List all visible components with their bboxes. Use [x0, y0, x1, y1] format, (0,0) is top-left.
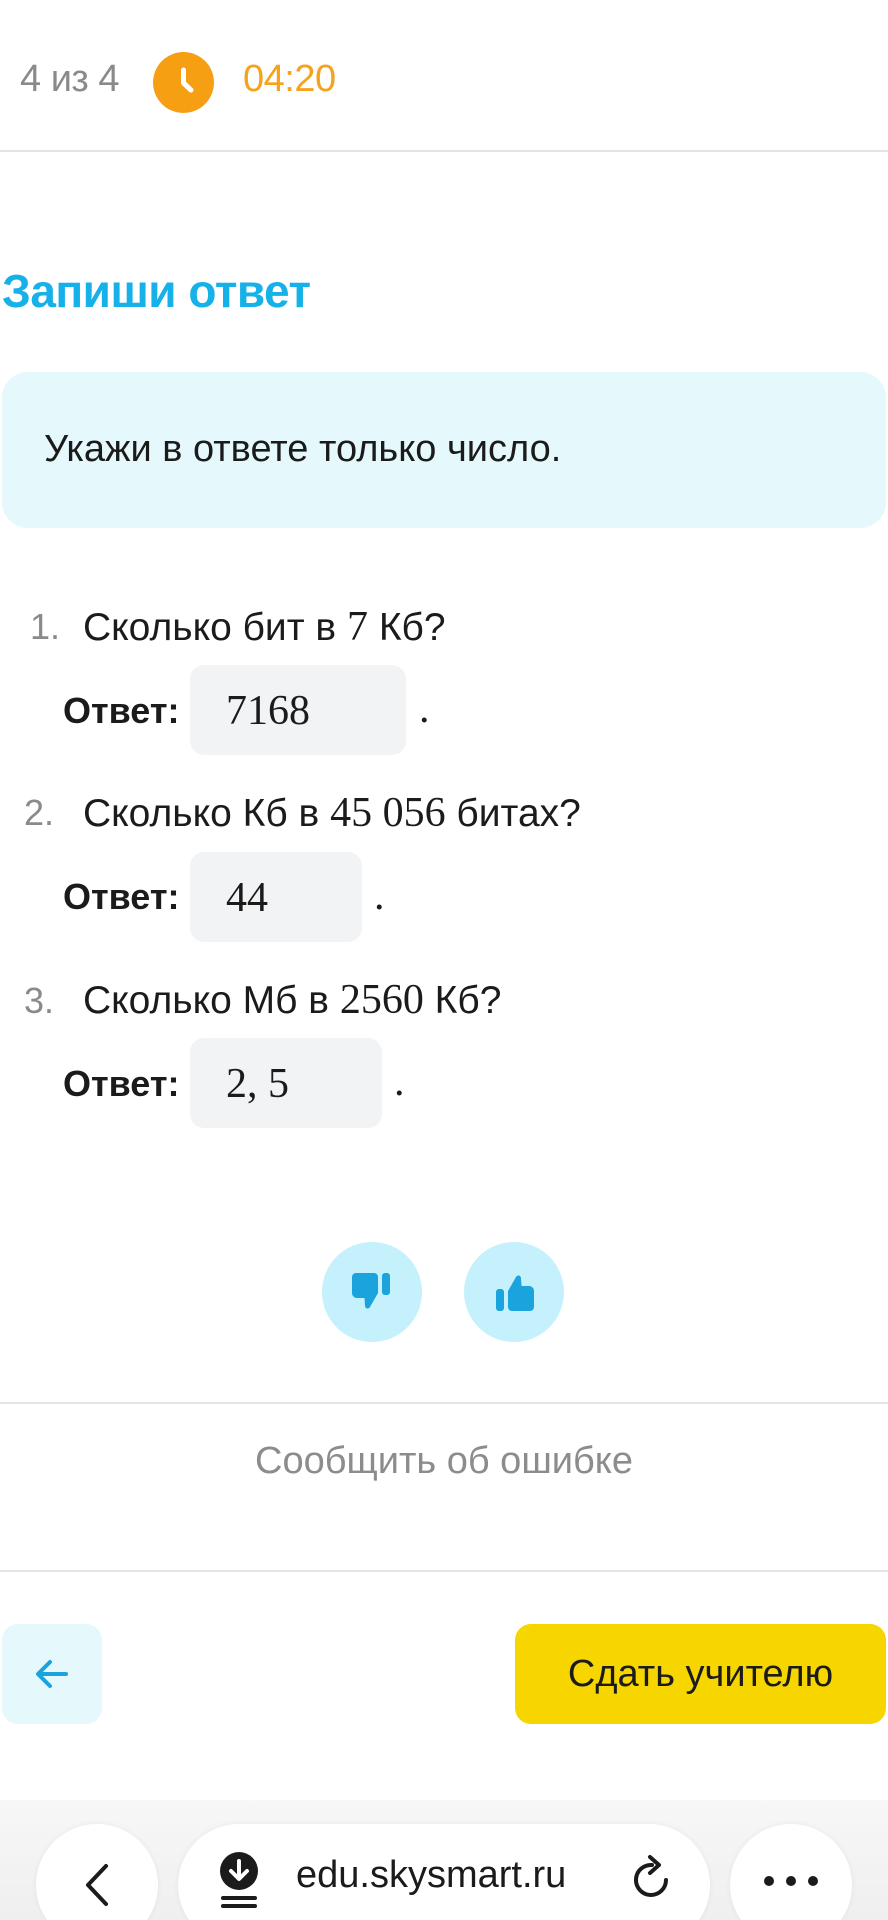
like-button[interactable]	[464, 1242, 564, 1342]
answer-input[interactable]: 2, 5	[190, 1038, 382, 1128]
answer-label: Ответ:	[63, 1063, 180, 1104]
more-icon	[764, 1876, 818, 1886]
thumbs-down-icon	[352, 1273, 390, 1309]
report-error-link[interactable]: Сообщить об ошибке	[0, 1440, 888, 1483]
answer-value: 7168	[226, 688, 310, 734]
question-number: 1.	[30, 606, 61, 647]
question-number: 3.	[24, 980, 55, 1021]
answer-suffix: .	[394, 1059, 405, 1105]
download-icon	[220, 1852, 258, 1908]
submit-to-teacher-button[interactable]: Сдать учителю	[515, 1624, 886, 1724]
url-text: edu.skysmart.ru	[296, 1854, 567, 1896]
browser-menu-button[interactable]	[730, 1824, 852, 1920]
divider	[0, 1402, 888, 1404]
clock-icon	[153, 52, 214, 113]
dislike-button[interactable]	[322, 1242, 422, 1342]
address-bar[interactable]: edu.skysmart.ru	[178, 1824, 710, 1920]
hint-box: Укажи в ответе только число.	[2, 372, 886, 528]
thumbs-up-icon	[496, 1275, 534, 1311]
answer-input[interactable]: 44	[190, 852, 362, 942]
task-title: Запиши ответ	[2, 265, 311, 317]
reload-icon	[634, 1855, 668, 1897]
question-text: Сколько Мб в 2560 Кб?	[83, 977, 502, 1023]
divider	[0, 1570, 888, 1572]
answer-value: 2, 5	[226, 1061, 289, 1107]
question-text: Сколько Кб в 45 056 битах?	[83, 790, 581, 836]
hint-text: Укажи в ответе только число.	[44, 428, 562, 470]
timer: 04:20	[243, 58, 336, 100]
chevron-left-icon	[86, 1864, 108, 1906]
answer-input[interactable]: 7168	[190, 665, 406, 755]
answer-suffix: .	[419, 686, 430, 732]
answer-label: Ответ:	[63, 876, 180, 917]
question-number: 2.	[24, 792, 55, 833]
back-button[interactable]	[2, 1624, 102, 1724]
question-text: Сколько бит в 7 Кб?	[83, 604, 446, 650]
browser-back-button[interactable]	[36, 1824, 158, 1920]
answer-value: 44	[226, 875, 268, 921]
answer-suffix: .	[374, 873, 385, 919]
arrow-left-icon	[36, 1660, 68, 1688]
answer-label: Ответ:	[63, 690, 180, 731]
browser-toolbar: edu.skysmart.ru	[0, 1800, 888, 1920]
progress-counter: 4 из 4	[20, 58, 120, 100]
top-bar: 4 из 4 04:20	[0, 0, 888, 152]
